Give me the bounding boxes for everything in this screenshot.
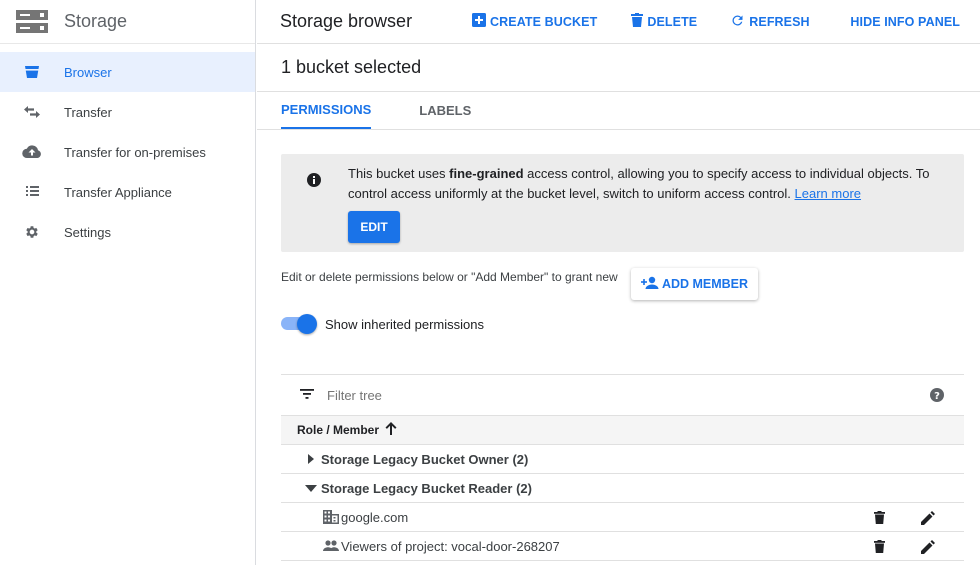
access-control-notice: This bucket uses fine-grained access con…	[281, 154, 964, 252]
add-member-button[interactable]: ADD MEMBER	[631, 268, 758, 300]
sidebar-item-transfer[interactable]: Transfer	[0, 92, 255, 132]
help-icon[interactable]: ?	[929, 387, 945, 408]
info-panel: 1 bucket selected PERMISSIONS LABELS Thi…	[257, 44, 980, 565]
refresh-label: REFRESH	[749, 14, 810, 29]
list-icon	[22, 182, 42, 202]
notice-text: This bucket uses fine-grained access con…	[348, 164, 938, 204]
role-member-header: Role / Member	[297, 423, 380, 437]
tree-member-row: google.com	[281, 503, 964, 532]
tab-bar: PERMISSIONS LABELS	[257, 92, 980, 130]
trash-icon[interactable]	[869, 508, 889, 528]
trash-icon[interactable]	[869, 537, 889, 557]
page-title: Storage browser	[280, 11, 413, 31]
caret-down-icon[interactable]	[301, 484, 321, 492]
member-label: google.com	[341, 509, 409, 525]
add-member-label: ADD MEMBER	[661, 277, 749, 291]
sidebar-item-settings[interactable]: Settings	[0, 212, 255, 252]
refresh-icon	[730, 13, 749, 31]
add-box-icon	[472, 13, 490, 30]
domain-icon	[321, 510, 341, 524]
caret-right-icon[interactable]	[301, 454, 321, 464]
delete-button[interactable]: DELETE	[631, 13, 697, 30]
show-inherited-label: Show inherited permissions	[325, 317, 484, 332]
permissions-tree: Filter tree ? Role / Member Storage Lega…	[281, 374, 964, 561]
tree-group-row[interactable]: Storage Legacy Bucket Owner (2)	[281, 445, 964, 474]
bucket-icon	[22, 62, 42, 82]
refresh-button[interactable]: REFRESH	[730, 13, 810, 31]
swap-arrows-icon	[22, 102, 42, 122]
sidebar-item-transfer-appliance[interactable]: Transfer Appliance	[0, 172, 255, 212]
group-label: Storage Legacy Bucket Reader (2)	[321, 480, 532, 496]
sort-ascending-icon[interactable]	[379, 422, 397, 438]
row-actions	[869, 503, 938, 532]
app-title: Storage	[64, 11, 128, 31]
sidebar-header: Storage	[0, 0, 255, 44]
pencil-icon[interactable]	[918, 537, 938, 557]
filter-icon[interactable]	[300, 386, 314, 404]
group-label: Storage Legacy Bucket Owner (2)	[321, 451, 529, 467]
toolbar: Storage browser CREATE BUCKET DELETE REF…	[257, 0, 980, 44]
person-add-icon	[640, 276, 662, 293]
sidebar-item-label: Browser	[64, 64, 112, 80]
sidebar-item-transfer-on-premises[interactable]: Transfer for on-premises	[0, 132, 255, 172]
sidebar: Storage Browser Transfer Transfer for on…	[0, 0, 256, 565]
selection-title: 1 bucket selected	[257, 44, 980, 92]
hide-info-panel-button[interactable]: HIDE INFO PANEL	[850, 15, 960, 29]
cloud-upload-icon	[22, 142, 42, 162]
gear-icon	[22, 222, 42, 242]
tab-labels[interactable]: LABELS	[419, 91, 471, 129]
sidebar-nav: Browser Transfer Transfer for on-premise…	[0, 44, 255, 252]
svg-text:?: ?	[934, 391, 940, 402]
sidebar-item-label: Transfer Appliance	[64, 184, 172, 200]
filter-tree-input[interactable]: Filter tree	[327, 388, 382, 403]
show-inherited-toggle[interactable]	[281, 314, 317, 334]
row-actions	[869, 532, 938, 561]
storage-logo-icon	[16, 9, 48, 35]
tree-member-row: Viewers of project: vocal-door-268207	[281, 532, 964, 561]
notice-text-start: This bucket uses	[348, 166, 450, 181]
sidebar-item-label: Transfer	[64, 104, 112, 120]
create-bucket-label: CREATE BUCKET	[490, 14, 598, 29]
sidebar-item-label: Transfer for on-premises	[64, 144, 206, 160]
member-label: Viewers of project: vocal-door-268207	[341, 538, 560, 554]
learn-more-link[interactable]: Learn more	[795, 186, 861, 201]
pencil-icon[interactable]	[918, 508, 938, 528]
info-icon	[307, 173, 321, 192]
sidebar-item-browser[interactable]: Browser	[0, 52, 255, 92]
tab-permissions[interactable]: PERMISSIONS	[281, 91, 372, 129]
permissions-hint: Edit or delete permissions below or "Add…	[281, 270, 618, 284]
trash-icon	[631, 13, 647, 30]
filter-bar: Filter tree ?	[281, 375, 964, 416]
people-icon	[321, 540, 341, 552]
toggle-thumb	[297, 314, 317, 334]
edit-button[interactable]: EDIT	[348, 211, 400, 243]
delete-label: DELETE	[647, 14, 698, 29]
column-header[interactable]: Role / Member	[281, 416, 964, 445]
create-bucket-button[interactable]: CREATE BUCKET	[472, 13, 597, 30]
notice-text-bold: fine-grained	[449, 166, 524, 181]
sidebar-item-label: Settings	[64, 224, 111, 240]
tree-group-row[interactable]: Storage Legacy Bucket Reader (2)	[281, 474, 964, 503]
